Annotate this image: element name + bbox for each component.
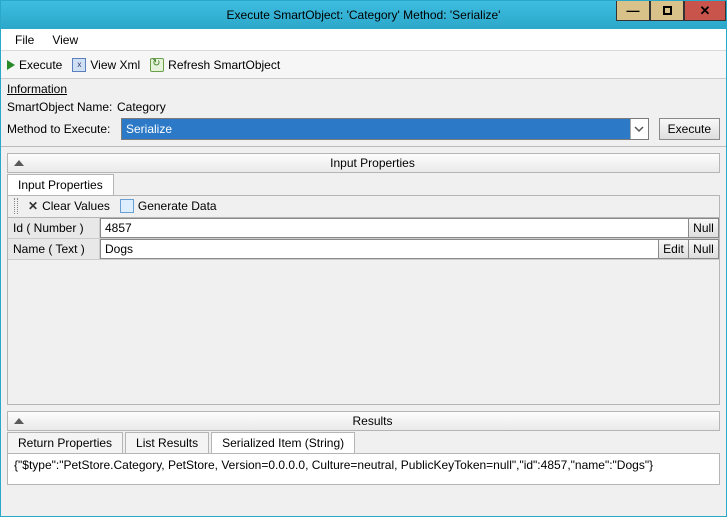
x-icon: ✕: [28, 199, 38, 213]
minimize-button[interactable]: —: [616, 1, 650, 21]
results-title: Results: [32, 414, 713, 428]
menu-file[interactable]: File: [15, 33, 34, 47]
id-input[interactable]: [100, 218, 689, 238]
toolbar-refresh[interactable]: Refresh SmartObject: [150, 58, 280, 72]
tab-serialized-item[interactable]: Serialized Item (String): [211, 432, 355, 453]
app-window: Execute SmartObject: 'Category' Method: …: [0, 0, 727, 517]
name-label: Name ( Text ): [8, 239, 100, 259]
information-section: Information SmartObject Name: Category M…: [1, 79, 726, 147]
table-row: Name ( Text ) Edit Null: [8, 239, 719, 260]
method-select-value: Serialize: [122, 119, 630, 139]
refresh-icon: [150, 58, 164, 72]
xml-icon: x: [72, 58, 86, 72]
results-output[interactable]: {"$type":"PetStore.Category, PetStore, V…: [7, 453, 720, 485]
grip-icon: [14, 198, 18, 214]
tab-return-properties[interactable]: Return Properties: [7, 432, 123, 453]
clear-values-button[interactable]: ✕ Clear Values: [28, 199, 110, 213]
input-panel-toolbar: ✕ Clear Values Generate Data: [8, 195, 719, 217]
table-row: Id ( Number ) Null: [8, 218, 719, 239]
toolbar-refresh-label: Refresh SmartObject: [168, 58, 280, 72]
input-panel: ✕ Clear Values Generate Data Id ( Number…: [7, 195, 720, 405]
smartobject-name-value: Category: [117, 100, 166, 114]
results-tabs: Return Properties List Results Serialize…: [7, 432, 720, 454]
chevron-down-icon: [630, 119, 648, 139]
generate-icon: [120, 199, 134, 213]
menu-view[interactable]: View: [52, 33, 78, 47]
name-input[interactable]: [100, 239, 659, 259]
execute-button[interactable]: Execute: [659, 118, 720, 140]
close-button[interactable]: ✕: [684, 1, 726, 21]
collapse-icon: [14, 160, 24, 166]
toolbar-view-xml-label: View Xml: [90, 58, 140, 72]
clear-values-label: Clear Values: [42, 199, 110, 213]
tab-list-results[interactable]: List Results: [125, 432, 209, 453]
toolbar-view-xml[interactable]: x View Xml: [72, 58, 140, 72]
input-grid: Id ( Number ) Null Name ( Text ) Edit Nu…: [8, 217, 719, 260]
name-null-button[interactable]: Null: [689, 239, 719, 259]
toolbar: Execute x View Xml Refresh SmartObject: [1, 51, 726, 79]
generate-data-button[interactable]: Generate Data: [120, 199, 217, 213]
menubar: File View: [1, 29, 726, 51]
results-header[interactable]: Results: [7, 411, 720, 431]
input-properties-title: Input Properties: [32, 156, 713, 170]
input-tabs: Input Properties: [7, 174, 720, 196]
play-icon: [7, 60, 15, 70]
id-label: Id ( Number ): [8, 218, 100, 238]
toolbar-execute[interactable]: Execute: [7, 58, 62, 72]
information-heading: Information: [7, 82, 720, 96]
collapse-icon: [14, 418, 24, 424]
input-properties-header[interactable]: Input Properties: [7, 153, 720, 173]
id-null-button[interactable]: Null: [689, 218, 719, 238]
smartobject-name-label: SmartObject Name:: [7, 100, 117, 114]
toolbar-execute-label: Execute: [19, 58, 62, 72]
method-select[interactable]: Serialize: [121, 118, 649, 140]
window-controls: — ✕: [616, 1, 726, 21]
method-label: Method to Execute:: [7, 122, 117, 136]
maximize-button[interactable]: [650, 1, 684, 21]
generate-data-label: Generate Data: [138, 199, 217, 213]
titlebar: Execute SmartObject: 'Category' Method: …: [1, 1, 726, 29]
name-edit-button[interactable]: Edit: [659, 239, 689, 259]
tab-input-properties[interactable]: Input Properties: [7, 174, 114, 195]
